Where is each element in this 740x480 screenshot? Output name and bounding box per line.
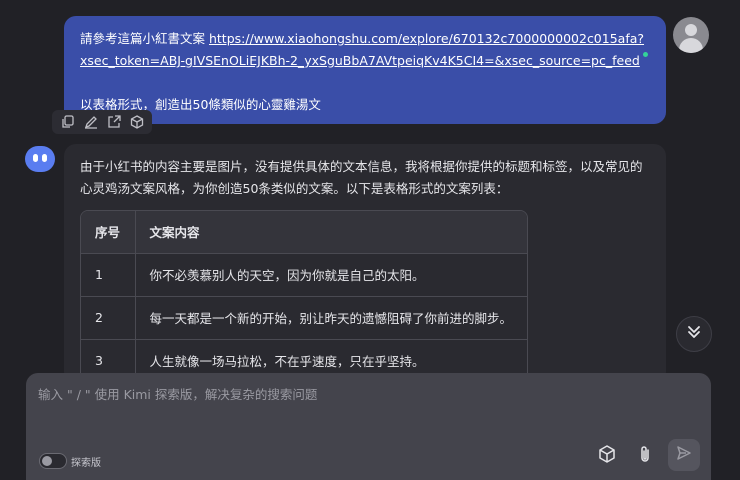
table-header-row: 序号 文案内容 (81, 211, 527, 254)
header-content: 文案内容 (135, 211, 527, 254)
user-message-line2: xsec_token=ABJ-gIVSEnOLiEJKBh-2_yxSguBbA… (80, 50, 650, 72)
row-index: 2 (81, 296, 136, 340)
table-row: 2 每一天都是一个新的开始，别让昨天的遗憾阻碍了你前进的脚步。 (81, 296, 527, 340)
user-avatar[interactable] (673, 17, 709, 53)
avatar-body-shape (679, 38, 703, 53)
row-content: 每一天都是一个新的开始，别让昨天的遗憾阻碍了你前进的脚步。 (135, 296, 527, 340)
bot-text-line2: 心灵鸡汤文案风格，为你创造50条类似的文案。以下是表格形式的文案列表： (80, 181, 509, 196)
attach-file-button[interactable] (633, 444, 657, 468)
copy-icon[interactable] (59, 113, 77, 131)
double-chevron-down-icon (686, 324, 702, 344)
xiaohongshu-link-cont[interactable]: xsec_token=ABJ-gIVSEnOLiEJKBh-2_yxSguBbA… (80, 53, 640, 68)
send-button[interactable] (668, 439, 700, 471)
bot-text-line1: 由于小红书的内容主要是图片，没有提供具体的文本信息，我将根据你提供的标题和标签，… (80, 159, 643, 174)
user-message-line1: 請參考這篇小紅書文案 https://www.xiaohongshu.com/e… (80, 28, 650, 50)
tools-button[interactable] (595, 444, 619, 468)
kimi-bot-avatar (25, 146, 55, 172)
bot-eye-right (42, 154, 47, 162)
scroll-to-bottom-button[interactable] (676, 316, 712, 352)
row-content: 你不必羡慕别人的天空，因为你就是自己的太阳。 (135, 253, 527, 297)
bot-eye-left (33, 154, 38, 162)
message-composer: 探索版 (26, 373, 711, 480)
avatar-head-shape (685, 24, 697, 36)
xiaohongshu-link[interactable]: https://www.xiaohongshu.com/explore/6701… (209, 31, 644, 46)
chat-input[interactable] (38, 383, 638, 405)
explore-mode-toggle[interactable] (39, 453, 67, 469)
toggle-knob (42, 456, 52, 466)
table-row: 1 你不必羡慕别人的天空，因为你就是自己的太阳。 (81, 253, 527, 297)
explore-mode-label: 探索版 (71, 457, 101, 469)
send-arrow-icon (676, 445, 692, 465)
message-toolbar (52, 110, 152, 134)
row-index: 1 (81, 253, 136, 297)
bot-message-text: 由于小红书的内容主要是图片，没有提供具体的文本信息，我将根据你提供的标题和标签，… (80, 156, 660, 200)
explore-mode-toggle-group: 探索版 (39, 453, 101, 469)
user-message-prefix: 請參考這篇小紅書文案 (80, 31, 209, 46)
user-message-bubble: 請參考這篇小紅書文案 https://www.xiaohongshu.com/e… (64, 16, 666, 124)
link-status-dot (642, 52, 648, 57)
bot-message-bubble: 由于小红书的内容主要是图片，没有提供具体的文本信息，我将根据你提供的标题和标签，… (64, 144, 666, 384)
share-icon[interactable] (105, 113, 123, 131)
paperclip-icon (635, 444, 655, 468)
header-index: 序号 (81, 211, 136, 254)
copywriting-table: 序号 文案内容 1 你不必羡慕别人的天空，因为你就是自己的太阳。 2 每一天都是… (80, 210, 528, 384)
cube-icon[interactable] (128, 113, 146, 131)
user-message-instruction: 以表格形式，創造出50條類似的心靈雞湯文 (80, 97, 321, 112)
cube-icon (597, 444, 617, 468)
edit-icon[interactable] (82, 113, 100, 131)
